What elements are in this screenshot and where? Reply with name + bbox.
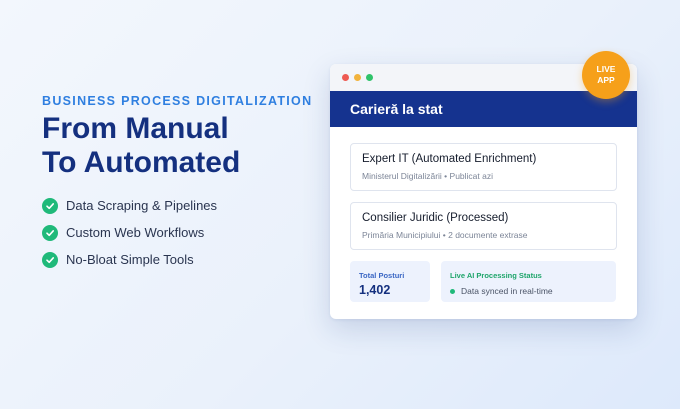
job-card-title: Expert IT (Automated Enrichment) bbox=[362, 153, 537, 165]
feature-label: No-Bloat Simple Tools bbox=[66, 252, 194, 267]
job-card-subtitle: Ministerul Digitalizării • Publicat azi bbox=[362, 171, 493, 181]
total-posts-value: 1,402 bbox=[359, 283, 391, 297]
headline-line-2: To Automated bbox=[42, 146, 241, 179]
check-circle-icon bbox=[42, 251, 58, 268]
processing-status-panel: Live AI Processing Status Data synced in… bbox=[441, 261, 616, 302]
badge-line-2: APP bbox=[597, 75, 615, 85]
processing-status-label: Live AI Processing Status bbox=[450, 271, 542, 280]
live-app-badge: LIVE APP bbox=[582, 51, 630, 99]
live-status-dot-icon bbox=[450, 288, 455, 294]
job-card-title: Consilier Juridic (Processed) bbox=[362, 212, 509, 224]
feature-list: Data Scraping & Pipelines Custom Web Wor… bbox=[42, 192, 312, 273]
feature-label: Custom Web Workflows bbox=[66, 225, 205, 240]
hero-headline: From Manual To Automated bbox=[42, 112, 312, 180]
window-close-dot[interactable] bbox=[342, 74, 349, 81]
total-posts-stat: Total Posturi 1,402 bbox=[350, 261, 430, 302]
window-minimize-dot[interactable] bbox=[354, 74, 361, 81]
app-header: Carieră la stat bbox=[330, 91, 637, 127]
app-window-mockup: Carieră la stat Expert IT (Automated Enr… bbox=[330, 64, 637, 319]
feature-label: Data Scraping & Pipelines bbox=[66, 198, 218, 213]
job-card-subtitle: Primăria Municipiului • 2 documente extr… bbox=[362, 230, 528, 240]
feature-item: Data Scraping & Pipelines bbox=[42, 192, 312, 219]
badge-line-1: LIVE bbox=[596, 64, 616, 74]
check-circle-icon bbox=[42, 224, 58, 241]
check-circle-icon bbox=[42, 197, 58, 214]
job-card[interactable]: Expert IT (Automated Enrichment) Ministe… bbox=[350, 143, 617, 191]
sync-status-text: Data synced in real-time bbox=[461, 286, 553, 296]
headline-line-1: From Manual bbox=[42, 112, 229, 145]
feature-item: Custom Web Workflows bbox=[42, 219, 312, 246]
hero-section: BUSINESS PROCESS DIGITALIZATION From Man… bbox=[42, 94, 312, 273]
window-maximize-dot[interactable] bbox=[366, 74, 373, 81]
app-title: Carieră la stat bbox=[350, 101, 443, 117]
feature-item: No-Bloat Simple Tools bbox=[42, 246, 312, 273]
sync-status-row: Data synced in real-time bbox=[450, 286, 553, 296]
total-posts-label: Total Posturi bbox=[359, 271, 405, 280]
eyebrow-text: BUSINESS PROCESS DIGITALIZATION bbox=[42, 94, 313, 108]
job-card[interactable]: Consilier Juridic (Processed) Primăria M… bbox=[350, 202, 617, 250]
